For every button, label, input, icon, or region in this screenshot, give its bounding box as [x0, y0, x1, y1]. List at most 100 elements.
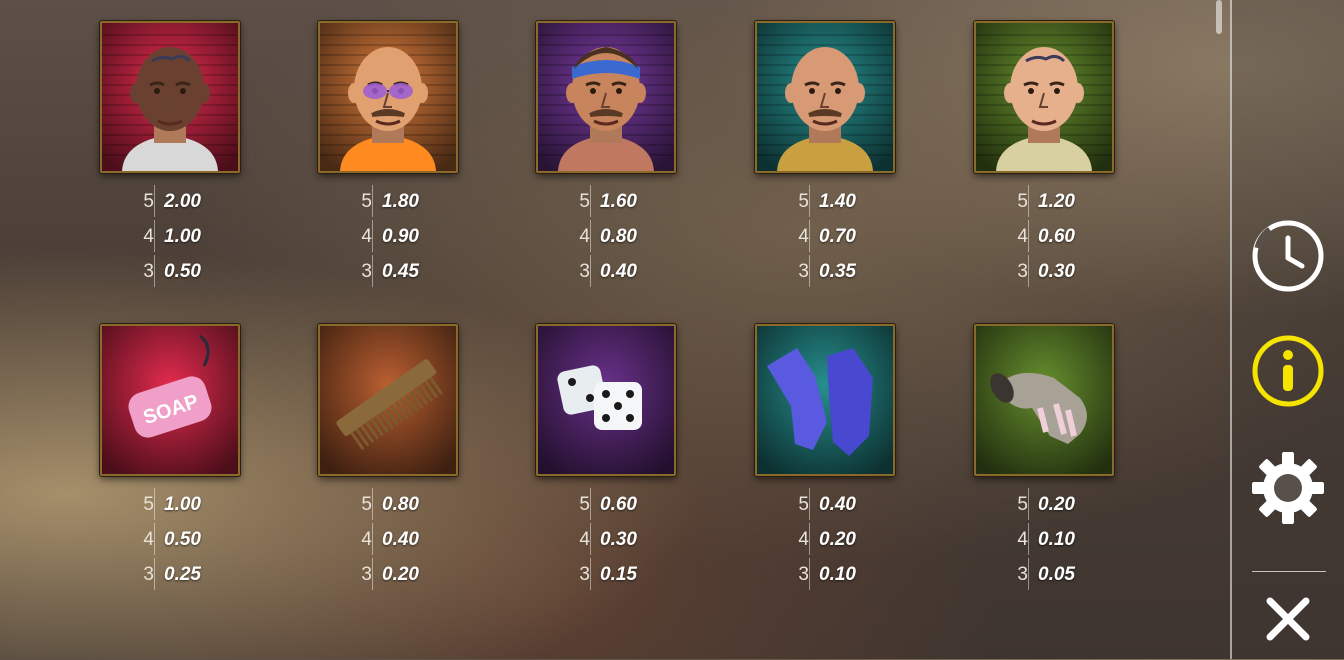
close-icon	[1266, 597, 1310, 641]
payout-value: 0.05	[1038, 564, 1075, 585]
symbol-count: 5	[143, 494, 154, 515]
payout-row: 5 0.20	[974, 488, 1114, 523]
payout-value: 0.20	[382, 564, 419, 585]
payout-value: 0.40	[382, 529, 419, 550]
divider	[154, 255, 155, 287]
payout-row: 5 1.80	[318, 185, 458, 220]
payout-row: 3 0.30	[974, 255, 1114, 290]
payout-row: 4 0.50	[100, 523, 240, 558]
payout-row: 4 1.00	[100, 220, 240, 255]
info-icon	[1252, 335, 1324, 407]
payout-row: 4 0.80	[536, 220, 676, 255]
payout-row: 3 0.40	[536, 255, 676, 290]
symbol-count: 5	[361, 191, 372, 212]
symbol-count: 4	[798, 529, 809, 550]
payout-value: 1.00	[164, 494, 201, 515]
symbol-count: 4	[143, 226, 154, 247]
payout-value: 0.30	[600, 529, 637, 550]
dice-icon	[536, 324, 676, 476]
info-button[interactable]	[1250, 333, 1326, 409]
payout-row: 3 0.05	[974, 558, 1114, 593]
symbol-count: 3	[579, 261, 590, 282]
payout-row: 3 0.45	[318, 255, 458, 290]
payout-row: 5 2.00	[100, 185, 240, 220]
prisoner-face-tattoo-icon	[974, 21, 1114, 173]
sidebar	[1230, 0, 1344, 659]
divider	[154, 523, 155, 555]
payout-row: 4 0.60	[974, 220, 1114, 255]
payout-value: 1.80	[382, 191, 419, 212]
payout-value: 0.20	[1038, 494, 1075, 515]
clock-icon	[1252, 220, 1324, 292]
soap-icon: SOAP	[100, 324, 240, 476]
payout-row: 3 0.15	[536, 558, 676, 593]
symbol-count: 5	[1017, 494, 1028, 515]
divider	[372, 185, 373, 217]
divider	[372, 255, 373, 287]
symbol-count: 4	[143, 529, 154, 550]
payout-row: 3 0.25	[100, 558, 240, 593]
history-button[interactable]	[1250, 218, 1326, 294]
prisoner-glasses-icon	[318, 21, 458, 173]
divider	[590, 255, 591, 287]
payout-value: 1.00	[164, 226, 201, 247]
symbol-count: 5	[579, 494, 590, 515]
payout-value: 2.00	[164, 191, 201, 212]
payout-value: 0.80	[382, 494, 419, 515]
symbol-count: 4	[579, 226, 590, 247]
sock-icon	[974, 324, 1114, 476]
divider	[154, 488, 155, 520]
symbol-count: 4	[579, 529, 590, 550]
divider	[809, 220, 810, 252]
symbol-count: 4	[361, 226, 372, 247]
gloves-icon	[755, 324, 895, 476]
payout-value: 0.90	[382, 226, 419, 247]
payout-row: 4 0.10	[974, 523, 1114, 558]
divider	[372, 220, 373, 252]
symbol-count: 3	[361, 564, 372, 585]
payout-value: 0.80	[600, 226, 637, 247]
payout-value: 0.20	[819, 529, 856, 550]
close-button[interactable]	[1250, 585, 1326, 655]
divider	[154, 185, 155, 217]
payout-value: 0.45	[382, 261, 419, 282]
payout-value: 0.25	[164, 564, 201, 585]
symbol-count: 5	[798, 191, 809, 212]
prisoner-bald-icon	[755, 21, 895, 173]
divider	[590, 558, 591, 590]
divider	[1028, 255, 1029, 287]
payout-value: 0.35	[819, 261, 856, 282]
payout-row: 4 0.40	[318, 523, 458, 558]
symbol-count: 5	[579, 191, 590, 212]
divider	[372, 523, 373, 555]
payout-value: 1.60	[600, 191, 637, 212]
divider	[809, 488, 810, 520]
symbol-count: 3	[361, 261, 372, 282]
settings-button[interactable]	[1250, 450, 1326, 526]
payout-value: 0.70	[819, 226, 856, 247]
payout-value: 1.20	[1038, 191, 1075, 212]
gear-icon	[1252, 452, 1324, 524]
symbol-count: 3	[798, 261, 809, 282]
payout-row: 4 0.70	[755, 220, 895, 255]
symbol-count: 3	[1017, 261, 1028, 282]
divider	[154, 558, 155, 590]
scrollbar[interactable]	[1216, 0, 1222, 34]
divider	[809, 185, 810, 217]
payout-value: 0.50	[164, 529, 201, 550]
divider	[809, 523, 810, 555]
payout-value: 0.40	[819, 494, 856, 515]
payout-row: 4 0.90	[318, 220, 458, 255]
payout-value: 0.10	[1038, 529, 1075, 550]
payout-value: 1.40	[819, 191, 856, 212]
payout-row: 3 0.20	[318, 558, 458, 593]
payout-row: 5 1.60	[536, 185, 676, 220]
symbol-count: 3	[798, 564, 809, 585]
payout-row: 5 1.00	[100, 488, 240, 523]
divider	[590, 220, 591, 252]
comb-icon	[318, 324, 458, 476]
symbol-count: 3	[143, 564, 154, 585]
symbol-count: 5	[143, 191, 154, 212]
divider	[809, 558, 810, 590]
symbol-count: 5	[1017, 191, 1028, 212]
